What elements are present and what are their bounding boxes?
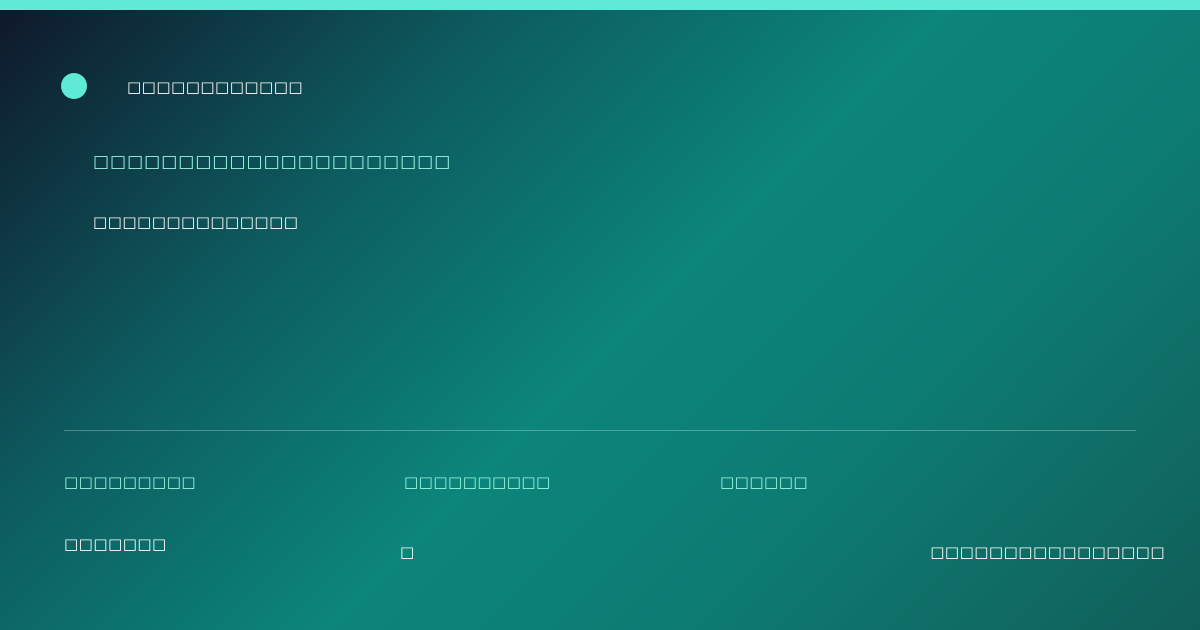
footer-right-text: □□□□□□□□□□□□□□□□ — [930, 543, 1165, 561]
subheadline: □□□□□□□□□□□□□□ — [93, 213, 299, 231]
brand-name: □□□□□□□□□□□□ — [127, 78, 304, 96]
meta-item-1: □□□□□□□□□ — [64, 473, 197, 491]
logo-dot-icon — [61, 73, 87, 99]
meta-item-3: □□□□□□ — [720, 473, 809, 491]
meta-item-2: □□□□□□□□□□ — [404, 473, 551, 491]
footer-left-text: □□□□□□□ — [64, 535, 167, 553]
top-accent-bar — [0, 0, 1200, 10]
divider — [64, 430, 1136, 431]
headline: □□□□□□□□□□□□□□□□□□□□□ — [93, 152, 452, 172]
footer-middle-text: □ — [400, 543, 415, 561]
